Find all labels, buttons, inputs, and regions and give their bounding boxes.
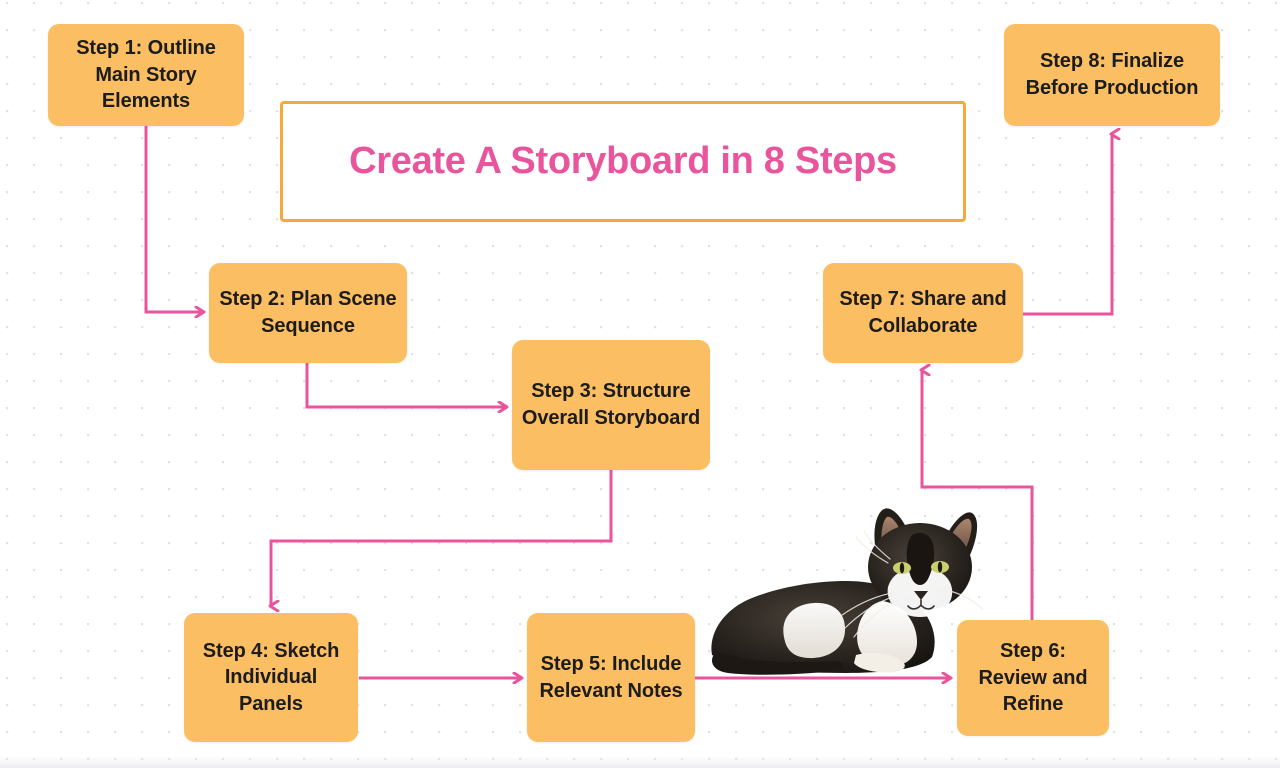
node-step-4[interactable]: Step 4: Sketch Individual Panels: [184, 613, 358, 742]
node-step-4-label: Step 4: Sketch Individual Panels: [202, 639, 340, 715]
node-step-5[interactable]: Step 5: Include Relevant Notes: [527, 613, 695, 742]
node-step-3[interactable]: Step 3: Structure Overall Storyboard: [512, 340, 710, 470]
node-step-8[interactable]: Step 8: Finalize Before Production: [1004, 24, 1220, 126]
diagram-title-box: Create A Storyboard in 8 Steps: [280, 101, 966, 222]
node-step-3-label: Step 3: Structure Overall Storyboard: [521, 380, 701, 429]
cat-image: [706, 505, 994, 683]
diagram-title: Create A Storyboard in 8 Steps: [349, 140, 897, 182]
node-step-7[interactable]: Step 7: Share and Collaborate: [823, 263, 1023, 363]
edge-step7-step8: [1023, 134, 1112, 316]
node-step-5-label: Step 5: Include Relevant Notes: [539, 652, 683, 702]
node-step-1[interactable]: Step 1: Outline Main Story Elements: [48, 24, 244, 126]
node-step-2-label: Step 2: Plan Scene Sequence: [219, 288, 397, 337]
node-step-1-label: Step 1: Outline Main Story Elements: [76, 37, 216, 113]
edge-step1-step2: [144, 126, 203, 312]
node-step-7-label: Step 7: Share and Collaborate: [839, 288, 1007, 337]
flowchart-canvas: Create A Storyboard in 8 Steps Step 1: O…: [0, 0, 1280, 768]
edge-step3-step4: [271, 470, 613, 606]
edge-step2-step3: [305, 363, 506, 407]
node-step-8-label: Step 8: Finalize Before Production: [1025, 50, 1199, 99]
node-step-2[interactable]: Step 2: Plan Scene Sequence: [209, 263, 407, 363]
